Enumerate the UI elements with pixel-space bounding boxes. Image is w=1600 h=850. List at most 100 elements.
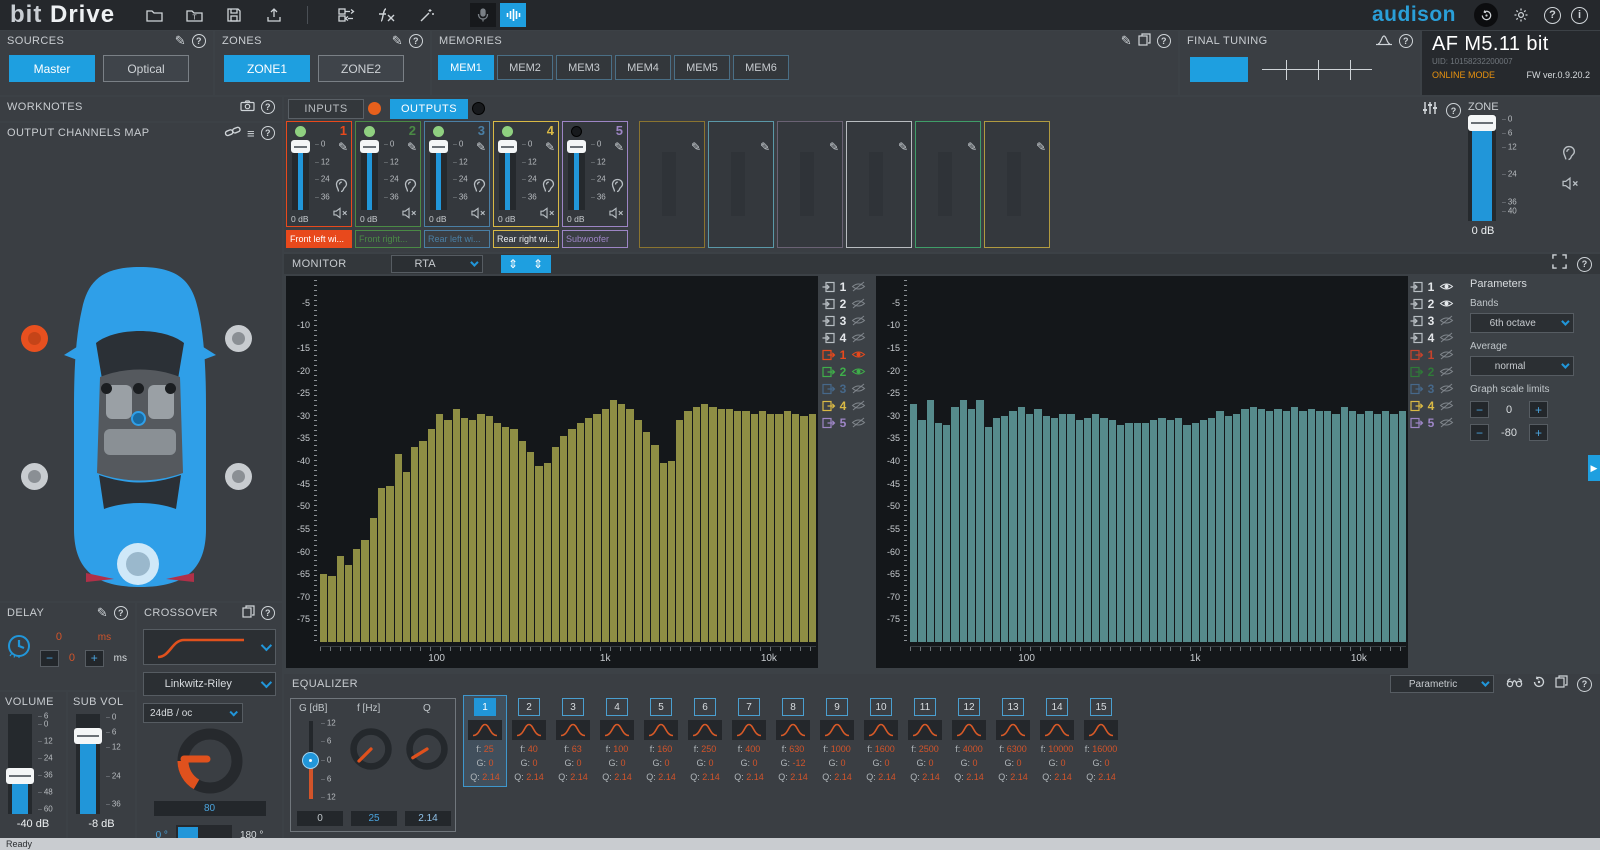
channel-edit-icon[interactable]: ✎	[407, 140, 417, 154]
channel-mute-icon[interactable]	[540, 206, 555, 224]
memory-tab[interactable]: MEM3	[556, 55, 612, 80]
channel-strip[interactable]: 10122436✎0 dB	[286, 121, 352, 227]
channel-name[interactable]: Subwoofer	[562, 230, 628, 248]
tab-inputs[interactable]: INPUTS	[288, 99, 364, 119]
eq-band-number-button[interactable]: 7	[738, 698, 760, 716]
help-icon[interactable]: ?	[261, 126, 275, 140]
channel-mute-icon[interactable]	[609, 206, 624, 224]
master-volume-slider[interactable]: 601224364860	[6, 714, 60, 814]
scale-bottom-plus-button[interactable]: +	[1529, 424, 1548, 441]
channel-edit-icon[interactable]: ✎	[967, 140, 977, 154]
channel-strip[interactable]: 40122436✎0 dB	[493, 121, 559, 227]
eq-band[interactable]: 11f: 2500G: 0Q: 2.14	[904, 696, 946, 786]
final-tuning-track[interactable]	[1262, 58, 1372, 82]
visibility-eye-icon[interactable]	[1439, 366, 1454, 377]
crossover-slope-dropdown[interactable]: 24dB / oc	[143, 703, 243, 723]
fader-handle[interactable]	[291, 140, 310, 153]
channel-name[interactable]: Front left wi...	[286, 230, 352, 248]
channel-strip[interactable]: 20122436✎0 dB	[355, 121, 421, 227]
eq-band-number-button[interactable]: 15	[1090, 698, 1112, 716]
channel-strip[interactable]: 30122436✎0 dB	[424, 121, 490, 227]
speaker-rear-right[interactable]	[225, 463, 252, 490]
visibility-eye-icon[interactable]	[1439, 383, 1454, 394]
memory-tab[interactable]: MEM6	[733, 55, 789, 80]
listening-position-dot[interactable]	[131, 411, 146, 426]
visibility-eye-icon[interactable]	[851, 400, 866, 411]
tab-outputs[interactable]: OUTPUTS	[390, 99, 468, 119]
edit-icon[interactable]: ✎	[1121, 33, 1132, 49]
visibility-eye-icon[interactable]	[851, 366, 866, 377]
eq-band[interactable]: 15f: 16000G: 0Q: 2.14	[1080, 696, 1122, 786]
eq-band[interactable]: 14f: 10000G: 0Q: 2.14	[1036, 696, 1078, 786]
eq-freq-knob[interactable]	[347, 725, 395, 773]
sub-volume-slider[interactable]: 06122436	[74, 714, 128, 814]
copy-icon[interactable]	[242, 605, 255, 621]
eq-band[interactable]: 12f: 4000G: 0Q: 2.14	[948, 696, 990, 786]
eq-band[interactable]: 7f: 400G: 0Q: 2.14	[728, 696, 770, 786]
final-tuning-indicator[interactable]	[1190, 57, 1248, 82]
visibility-eye-icon[interactable]	[1439, 417, 1454, 428]
source-optical-button[interactable]: Optical	[103, 55, 189, 82]
fader-handle[interactable]	[360, 140, 379, 153]
memory-tab[interactable]: MEM1	[438, 55, 494, 80]
visibility-eye-icon[interactable]	[1439, 315, 1454, 326]
channel-edit-icon[interactable]: ✎	[829, 140, 839, 154]
open-template-icon[interactable]: T	[181, 3, 207, 27]
average-dropdown[interactable]: normal	[1470, 356, 1574, 376]
monitor-mode-dropdown[interactable]: RTA	[391, 255, 483, 273]
crossover-curve-dropdown[interactable]	[143, 629, 276, 665]
empty-channel-strip[interactable]: ✎	[639, 121, 705, 248]
eq-band-number-button[interactable]: 3	[562, 698, 584, 716]
channel-name[interactable]: Rear right wi...	[493, 230, 559, 248]
eq-band-number-button[interactable]: 10	[870, 698, 892, 716]
visibility-eye-icon[interactable]	[851, 332, 866, 343]
visibility-eye-icon[interactable]	[1439, 400, 1454, 411]
tuning-wave-icon[interactable]	[500, 3, 526, 27]
channel-edit-icon[interactable]: ✎	[545, 140, 555, 154]
eq-band-number-button[interactable]: 2	[518, 698, 540, 716]
scale-bottom-minus-button[interactable]: −	[1470, 424, 1489, 441]
channel-listen-icon[interactable]	[542, 178, 555, 198]
help-icon[interactable]: ?	[1157, 34, 1171, 48]
speaker-front-right[interactable]	[225, 325, 252, 352]
channel-mute-icon[interactable]	[333, 206, 348, 224]
monitor-range-button[interactable]: ⇕	[526, 255, 551, 273]
visibility-eye-icon[interactable]	[1439, 349, 1454, 360]
memory-tab[interactable]: MEM4	[615, 55, 671, 80]
eq-band-number-button[interactable]: 11	[914, 698, 936, 716]
eq-mode-dropdown[interactable]: Parametric	[1390, 675, 1494, 693]
channel-edit-icon[interactable]: ✎	[614, 140, 624, 154]
side-panel-arrow-button[interactable]: ▶	[1588, 455, 1600, 481]
crossover-type-dropdown[interactable]: Linkwitz-Riley	[143, 672, 276, 696]
channel-edit-icon[interactable]: ✎	[691, 140, 701, 154]
channel-listen-icon[interactable]	[335, 178, 348, 198]
visibility-eye-icon[interactable]	[851, 349, 866, 360]
visibility-eye-icon[interactable]	[851, 417, 866, 428]
empty-channel-strip[interactable]: ✎	[915, 121, 981, 248]
zone1-button[interactable]: ZONE1	[224, 55, 310, 82]
help-icon[interactable]: ?	[1544, 7, 1561, 24]
channel-edit-icon[interactable]: ✎	[898, 140, 908, 154]
empty-channel-strip[interactable]: ✎	[708, 121, 774, 248]
zone2-button[interactable]: ZONE2	[318, 55, 404, 82]
microphone-icon[interactable]	[470, 3, 496, 27]
help-icon[interactable]: ?	[409, 34, 423, 48]
channel-strip[interactable]: 50122436✎0 dB	[562, 121, 628, 227]
eq-band[interactable]: 5f: 160G: 0Q: 2.14	[640, 696, 682, 786]
delay-plus-button[interactable]: +	[85, 650, 104, 667]
speaker-front-left[interactable]	[21, 325, 48, 352]
eq-band[interactable]: 2f: 40G: 0Q: 2.14	[508, 696, 550, 786]
channel-edit-icon[interactable]: ✎	[476, 140, 486, 154]
empty-channel-strip[interactable]: ✎	[846, 121, 912, 248]
eq-band-number-button[interactable]: 14	[1046, 698, 1068, 716]
sync-icon[interactable]	[1474, 3, 1498, 27]
eq-band[interactable]: 1f: 25G: 0Q: 2.14	[464, 696, 506, 786]
save-icon[interactable]	[221, 3, 247, 27]
scale-top-plus-button[interactable]: +	[1529, 401, 1548, 418]
help-icon[interactable]: ?	[261, 606, 275, 620]
delay-minus-button[interactable]: −	[40, 650, 59, 667]
eq-q-knob[interactable]	[403, 725, 451, 773]
link-icon[interactable]	[225, 126, 241, 140]
eq-band-number-button[interactable]: 5	[650, 698, 672, 716]
copy-icon[interactable]	[1138, 33, 1151, 49]
